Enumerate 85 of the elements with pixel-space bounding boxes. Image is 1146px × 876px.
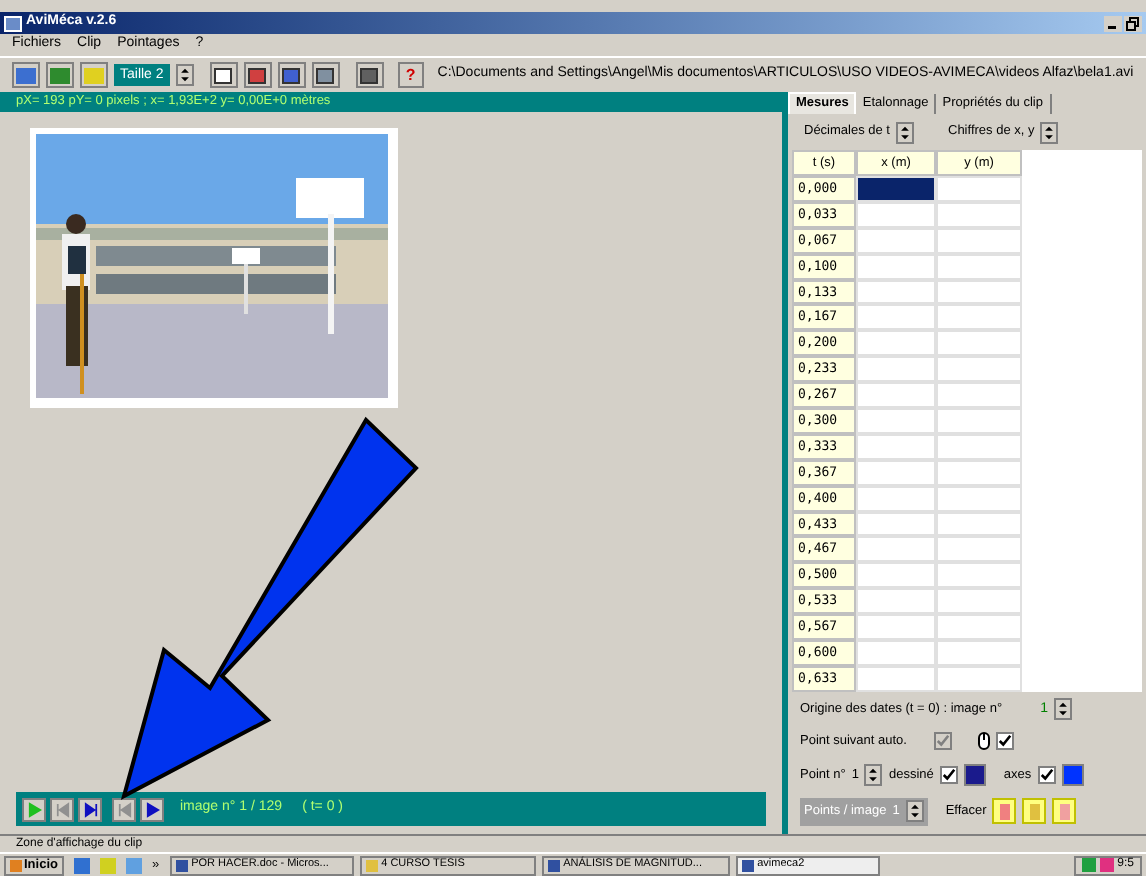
- table-cell[interactable]: [936, 356, 1022, 383]
- table-cell[interactable]: [856, 433, 936, 460]
- table-cell[interactable]: [856, 614, 936, 641]
- table-cell[interactable]: [936, 588, 1022, 615]
- chart-button[interactable]: [277, 62, 306, 88]
- table-cell[interactable]: [856, 201, 936, 228]
- spin-button[interactable]: [1053, 698, 1072, 721]
- help-button[interactable]: ?: [397, 62, 424, 88]
- spin-button[interactable]: [175, 64, 194, 86]
- table-cell[interactable]: [856, 279, 936, 305]
- table-cell[interactable]: [856, 485, 936, 512]
- check-icon: [941, 768, 956, 783]
- table-cell[interactable]: [936, 433, 1022, 460]
- graph-button[interactable]: [209, 62, 238, 88]
- minimize-button[interactable]: [1104, 15, 1122, 31]
- star-button[interactable]: [80, 62, 108, 88]
- table-cell[interactable]: [856, 330, 936, 357]
- spin-button[interactable]: [1040, 121, 1059, 143]
- restore-button[interactable]: [1124, 15, 1142, 31]
- color-swatch[interactable]: [1061, 764, 1084, 787]
- table-cell[interactable]: [856, 665, 936, 692]
- table-cell[interactable]: [856, 227, 936, 254]
- table-cell[interactable]: [856, 382, 936, 409]
- table-cell[interactable]: [856, 408, 936, 434]
- erase-button[interactable]: [1022, 798, 1047, 825]
- erase-button[interactable]: [1052, 798, 1077, 825]
- table-cell[interactable]: [936, 640, 1022, 666]
- next-button[interactable]: [78, 797, 102, 821]
- table-cell[interactable]: [856, 511, 936, 537]
- table-cell[interactable]: [936, 511, 1022, 537]
- arrows-icon: [898, 123, 912, 141]
- table-cell[interactable]: [936, 304, 1022, 331]
- previous-icon: [117, 801, 131, 817]
- arrows-icon: [907, 802, 922, 821]
- table-cell[interactable]: [936, 485, 1022, 512]
- table-cell[interactable]: [936, 279, 1022, 305]
- table-cell[interactable]: [936, 227, 1022, 254]
- erase-button[interactable]: [992, 798, 1017, 825]
- table-cell[interactable]: [856, 459, 936, 486]
- ruler-button[interactable]: [12, 62, 40, 88]
- table-cell[interactable]: [856, 588, 936, 615]
- table-cell[interactable]: [936, 330, 1022, 357]
- table-cell[interactable]: [936, 201, 1022, 228]
- table-cell[interactable]: [936, 665, 1022, 692]
- table-cell[interactable]: [936, 614, 1022, 641]
- color-swatch[interactable]: [963, 764, 986, 787]
- map-button[interactable]: [46, 62, 74, 88]
- table-cell[interactable]: [936, 382, 1022, 409]
- next-icon: [83, 801, 97, 817]
- table-button[interactable]: [243, 62, 272, 88]
- checkbox[interactable]: [1037, 766, 1056, 785]
- previous-button[interactable]: [112, 797, 136, 821]
- arrows-icon: [866, 766, 881, 785]
- grid-button[interactable]: [311, 62, 340, 88]
- table-cell[interactable]: [936, 562, 1022, 589]
- print-button[interactable]: [355, 62, 384, 88]
- table-cell[interactable]: [936, 408, 1022, 434]
- table-cell[interactable]: [856, 253, 936, 280]
- table-cell[interactable]: [936, 176, 1022, 202]
- table-cell[interactable]: [856, 356, 936, 383]
- check-icon: [1039, 768, 1054, 783]
- forward-icon: [145, 801, 159, 817]
- play-button[interactable]: [22, 797, 46, 821]
- table-cell[interactable]: [856, 562, 936, 589]
- table-cell[interactable]: [936, 459, 1022, 486]
- table-cell[interactable]: [856, 176, 936, 202]
- app-icon: [4, 15, 22, 31]
- table-cell[interactable]: [936, 253, 1022, 280]
- mouse-drawing: [978, 732, 991, 751]
- arrows-icon: [177, 66, 192, 84]
- table-cell[interactable]: [856, 640, 936, 666]
- arrows-icon: [1055, 700, 1070, 719]
- first-icon: [55, 801, 69, 817]
- spin-button[interactable]: [864, 764, 883, 787]
- checkbox[interactable]: [939, 766, 958, 785]
- arrows-icon: [1042, 123, 1057, 141]
- table-cell[interactable]: [856, 304, 936, 331]
- first-button[interactable]: [50, 797, 74, 821]
- check-icon: [998, 734, 1013, 749]
- table-cell[interactable]: [856, 536, 936, 563]
- check-icon: [936, 734, 951, 749]
- table-cell[interactable]: [936, 536, 1022, 563]
- spin-button[interactable]: [896, 121, 914, 143]
- play-icon: [27, 801, 41, 817]
- forward-button[interactable]: [140, 797, 164, 821]
